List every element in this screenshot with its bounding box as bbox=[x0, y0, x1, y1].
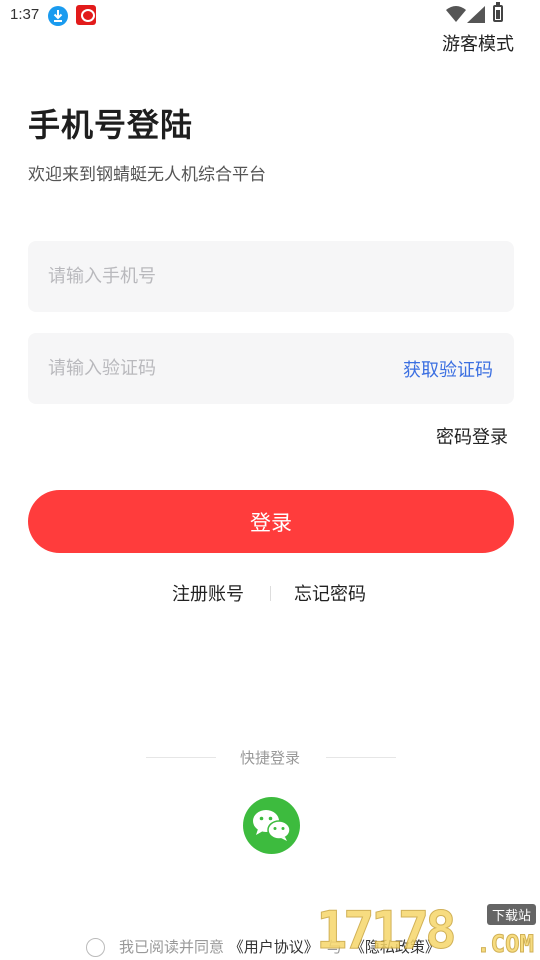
code-field-container: 获取验证码 bbox=[28, 333, 514, 404]
account-links: 注册账号 忘记密码 bbox=[0, 580, 540, 606]
get-code-button[interactable]: 获取验证码 bbox=[403, 356, 493, 382]
quick-login-label: 快捷登录 bbox=[239, 749, 300, 767]
agreement-checkbox[interactable] bbox=[86, 938, 105, 957]
watermark-tag: 下载站 bbox=[486, 904, 536, 925]
user-agreement-link[interactable]: 《用户协议》 bbox=[229, 938, 319, 956]
quick-login-divider-right bbox=[326, 757, 396, 758]
agreement-prefix: 我已阅读并同意 bbox=[119, 938, 225, 956]
page-subtitle: 欢迎来到钢蜻蜓无人机综合平台 bbox=[28, 165, 266, 185]
download-notification-icon bbox=[48, 6, 68, 26]
password-login-link[interactable]: 密码登录 bbox=[436, 423, 508, 449]
link-divider bbox=[270, 586, 271, 601]
page-title: 手机号登陆 bbox=[28, 106, 194, 144]
phone-field-container bbox=[28, 241, 514, 312]
watermark-number: 17178 bbox=[316, 901, 458, 960]
forgot-password-link[interactable]: 忘记密码 bbox=[294, 580, 366, 606]
wechat-icon bbox=[253, 810, 291, 841]
battery-icon bbox=[493, 2, 503, 22]
app-notification-icon bbox=[76, 5, 96, 25]
signal-icon bbox=[467, 6, 485, 23]
register-link[interactable]: 注册账号 bbox=[172, 580, 244, 606]
guest-mode-link[interactable]: 游客模式 bbox=[442, 30, 514, 56]
phone-input[interactable] bbox=[48, 241, 368, 312]
site-watermark: 17178 下载站 .COM bbox=[316, 902, 540, 960]
wifi-icon bbox=[446, 6, 466, 22]
login-button[interactable]: 登录 bbox=[28, 490, 514, 553]
wechat-login-button[interactable] bbox=[243, 797, 300, 854]
status-time: 1:37 bbox=[10, 6, 40, 23]
status-bar: 1:37 bbox=[0, 0, 540, 30]
watermark-suffix: .COM bbox=[476, 930, 535, 959]
verification-code-input[interactable] bbox=[48, 333, 368, 404]
